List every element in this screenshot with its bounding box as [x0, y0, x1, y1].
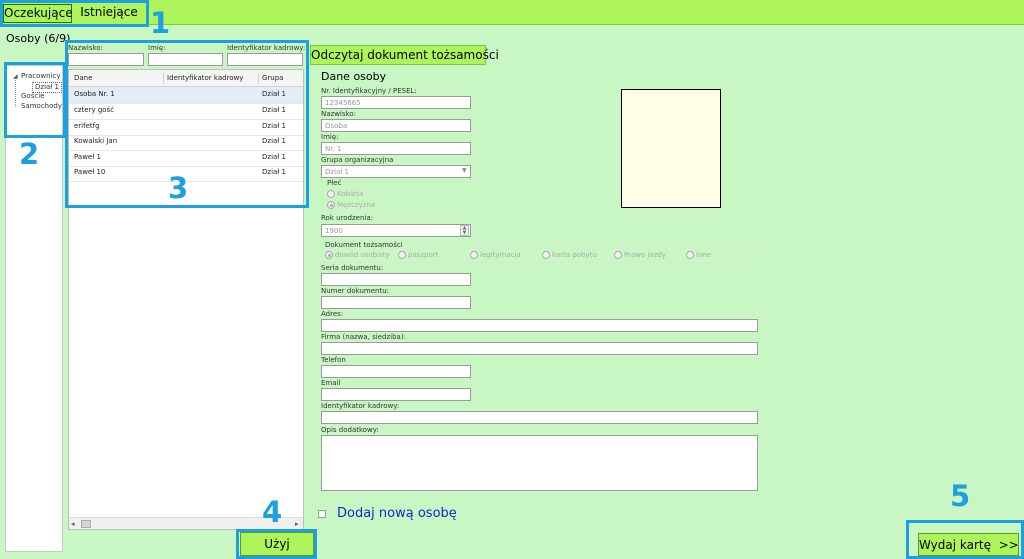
email-label: Email	[321, 379, 341, 387]
doc-type-student-card[interactable]: legitymacja	[470, 251, 521, 260]
phone-label: Telefon	[321, 356, 346, 364]
group-label: Grupa organizacyjna	[321, 156, 394, 164]
annotation-box-2	[4, 62, 66, 138]
doc-type-passport[interactable]: paszport	[398, 251, 438, 260]
scroll-thumb[interactable]	[81, 520, 91, 528]
radio-icon	[327, 190, 335, 198]
doc-type-driving-license[interactable]: Prawo jazdy	[614, 251, 666, 260]
chevron-down-icon[interactable]: ▼	[462, 167, 467, 174]
birth-year-label: Rok urodzenia:	[321, 214, 374, 222]
annotation-number-2: 2	[19, 137, 40, 171]
doc-type-other[interactable]: inne	[686, 251, 711, 260]
first-name-label: Imię:	[321, 133, 339, 141]
annotation-number-1: 1	[150, 6, 171, 40]
radio-icon	[542, 251, 550, 259]
add-new-person-label[interactable]: Dodaj nową osobę	[337, 506, 457, 521]
annotation-number-4: 4	[262, 495, 283, 529]
annotation-box-1	[0, 0, 149, 27]
doc-series-label: Seria dokumentu:	[321, 264, 384, 272]
add-new-person-checkbox[interactable]	[318, 510, 326, 518]
doc-number-input[interactable]	[321, 296, 471, 309]
birth-year-input[interactable]: 1900	[321, 224, 471, 237]
gender-male-radio[interactable]: Mężczyzna	[327, 201, 375, 210]
annotation-box-5	[906, 520, 1024, 559]
gender-female-radio[interactable]: Kobieta	[327, 190, 363, 199]
stepper-icon[interactable]: ▲ ▼	[460, 225, 469, 236]
first-name-input[interactable]: Nr. 1	[321, 142, 471, 155]
id-input[interactable]: 12345665	[321, 96, 471, 109]
surname-input[interactable]: Osoba	[321, 119, 471, 132]
address-label: Adres:	[321, 310, 344, 318]
notes-label: Opis dodatkowy:	[321, 426, 379, 434]
group-select[interactable]: Dział 1	[321, 165, 471, 178]
section-title: Dane osoby	[321, 70, 387, 83]
id-label: Nr. Identyfikacyjny / PESEL:	[321, 87, 417, 95]
doc-type-residence-card[interactable]: karta pobytu	[542, 251, 597, 260]
annotation-box-4	[236, 529, 317, 559]
staff-id-label: Identyfikator kadrowy:	[321, 402, 400, 410]
radio-selected-icon	[327, 201, 335, 209]
radio-icon	[398, 251, 406, 259]
company-label: Firma (nazwa, siedziba):	[321, 333, 406, 341]
doc-number-label: Numer dokumentu:	[321, 287, 390, 295]
doc-type-id-card[interactable]: dowód osobisty	[325, 251, 390, 260]
scroll-left-icon[interactable]: ◂	[71, 518, 75, 530]
annotation-number-3: 3	[168, 171, 189, 205]
phone-input[interactable]	[321, 365, 471, 378]
notes-textarea[interactable]	[321, 435, 758, 491]
gender-label: Płeć	[327, 179, 342, 187]
read-id-button[interactable]: Odczytaj dokument tożsamości	[310, 45, 499, 65]
radio-icon	[470, 251, 478, 259]
persons-header: Osoby (6/9)	[6, 32, 71, 45]
staff-id-input[interactable]	[321, 411, 758, 424]
radio-selected-icon	[325, 251, 333, 259]
doc-series-input[interactable]	[321, 273, 471, 286]
surname-label: Nazwisko:	[321, 110, 356, 118]
address-input[interactable]	[321, 319, 758, 332]
radio-icon	[614, 251, 622, 259]
photo-placeholder	[621, 89, 721, 208]
email-input[interactable]	[321, 388, 471, 401]
radio-icon	[686, 251, 694, 259]
document-label: Dokument tożsamości	[325, 241, 403, 249]
annotation-number-5: 5	[950, 479, 971, 513]
company-input[interactable]	[321, 342, 758, 355]
